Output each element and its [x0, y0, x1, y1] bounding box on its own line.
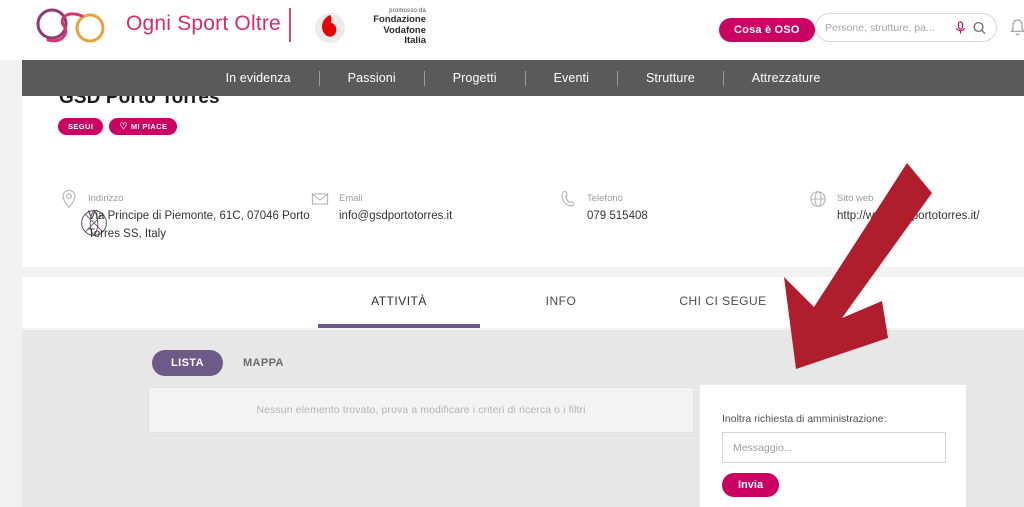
nav-item-in-evidenza[interactable]: In evidenza: [198, 71, 319, 85]
tabs: ATTIVITÀ INFO CHI CI SEGUE: [318, 277, 804, 328]
map-pin-icon: [60, 189, 78, 209]
magnifier-icon[interactable]: [972, 20, 987, 36]
cosa-e-oso-button[interactable]: Cosa è OSO: [719, 18, 815, 42]
content-area: LISTA MAPPA Nessun elemento trovato, pro…: [22, 330, 1024, 507]
left-gutter: [0, 60, 22, 507]
globe-icon: [809, 189, 827, 209]
main-navigation: In evidenza Passioni Progetti Eventi Str…: [22, 60, 1024, 96]
profile-card: GSD Porto Torres SEGUI ♡ MI PIACE Indiri…: [22, 70, 1024, 267]
admin-request-title: Inoltra richiesta di amministrazione:: [722, 413, 887, 425]
site-header: Ogni Sport Oltre promosso da Fondazione …: [0, 0, 1024, 60]
tab-chi-ci-segue[interactable]: CHI CI SEGUE: [642, 277, 804, 328]
page-root: Ogni Sport Oltre promosso da Fondazione …: [0, 0, 1024, 507]
partner-promo: promosso da Fondazione Vodafone Italia: [356, 7, 426, 47]
like-label: MI PIACE: [130, 122, 168, 131]
contact-address: Indirizzo Via Principe di Piemonte, 61C,…: [60, 188, 310, 242]
contact-email-label: Email: [339, 193, 363, 204]
nav-item-eventi[interactable]: Eventi: [526, 71, 617, 85]
brand-divider: [289, 8, 291, 42]
nav-item-attrezzature[interactable]: Attrezzature: [724, 71, 849, 85]
empty-state-message: Nessun elemento trovato, prova a modific…: [256, 404, 586, 416]
contact-address-label: Indirizzo: [88, 193, 124, 204]
nav-list: In evidenza Passioni Progetti Eventi Str…: [198, 70, 849, 86]
follow-label: SEGUI: [68, 122, 94, 131]
partner-line1: Fondazione: [373, 14, 426, 25]
nav-item-progetti[interactable]: Progetti: [425, 71, 525, 85]
contact-phone: Telefono 079 515408: [559, 188, 789, 224]
oso-rings-logo[interactable]: [28, 4, 120, 52]
admin-request-submit-button[interactable]: Invia: [722, 473, 780, 497]
contact-email-value[interactable]: info@gsdportotorres.it: [339, 210, 452, 222]
tab-attivita[interactable]: ATTIVITÀ: [318, 277, 480, 328]
admin-request-panel: Inoltra richiesta di amministrazione: In…: [700, 385, 966, 507]
contact-row: Indirizzo Via Principe di Piemonte, 61C,…: [22, 188, 1024, 258]
contact-website: Sito web http://www.gsdportotorres.it/: [809, 188, 1024, 224]
view-toggle-mappa[interactable]: MAPPA: [241, 350, 286, 376]
view-toggle-lista[interactable]: LISTA: [152, 350, 223, 376]
heart-icon: ♡: [119, 121, 128, 131]
phone-icon: [559, 189, 577, 209]
like-button[interactable]: ♡ MI PIACE: [109, 118, 178, 135]
follow-button[interactable]: SEGUI: [58, 118, 104, 135]
envelope-icon: [311, 189, 329, 209]
nav-item-strutture[interactable]: Strutture: [618, 71, 723, 85]
contact-phone-value[interactable]: 079 515408: [587, 210, 648, 222]
notification-bell-icon[interactable]: [1009, 18, 1024, 38]
vodafone-logo: [308, 6, 352, 50]
brand-name[interactable]: Ogni Sport Oltre: [126, 12, 281, 36]
nav-item-passioni[interactable]: Passioni: [320, 71, 424, 85]
search-box[interactable]: [815, 13, 997, 42]
microphone-icon[interactable]: [953, 20, 968, 36]
contact-address-value: Via Principe di Piemonte, 61C, 07046 Por…: [88, 210, 310, 240]
contact-email: Email info@gsdportotorres.it: [311, 188, 551, 224]
admin-request-message-input[interactable]: [722, 432, 946, 463]
empty-state-card: Nessun elemento trovato, prova a modific…: [148, 387, 694, 433]
partner-line3: Italia: [404, 35, 426, 46]
contact-website-label: Sito web: [837, 193, 874, 204]
contact-phone-label: Telefono: [587, 193, 623, 204]
tab-info[interactable]: INFO: [480, 277, 642, 328]
profile-actions: SEGUI ♡ MI PIACE: [58, 118, 178, 135]
view-toggle: LISTA MAPPA: [152, 350, 286, 376]
search-input[interactable]: [825, 21, 949, 34]
contact-website-value[interactable]: http://www.gsdportotorres.it/: [837, 210, 980, 222]
profile-tabstrip: ATTIVITÀ INFO CHI CI SEGUE: [22, 277, 1024, 328]
